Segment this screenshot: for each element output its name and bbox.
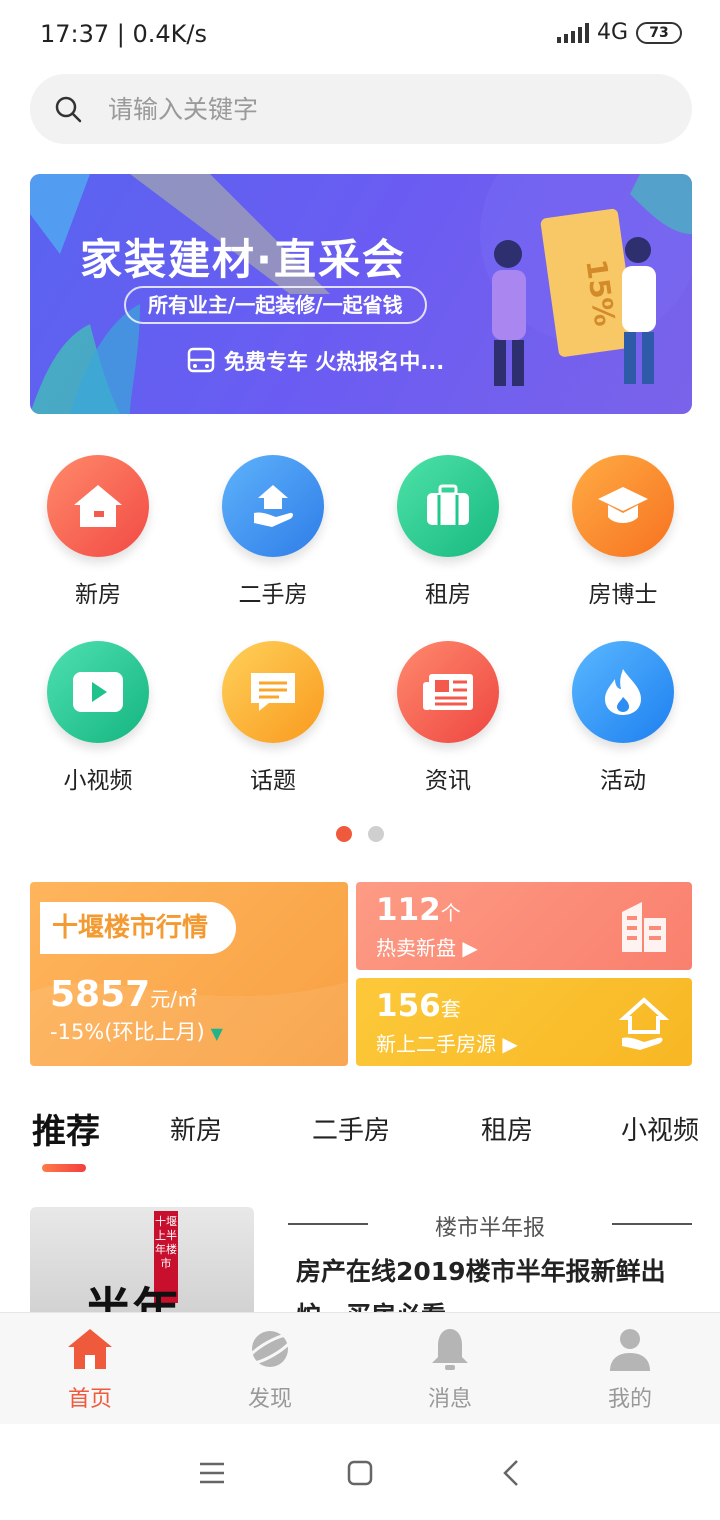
flame-icon: [572, 641, 674, 743]
nav-home[interactable]: 首页: [0, 1327, 180, 1413]
category-divider-right: [612, 1223, 692, 1225]
second-hand-unit: 套: [440, 997, 461, 1021]
planet-icon: [245, 1331, 295, 1367]
market-change-text: -15%(环比上月): [50, 1020, 205, 1044]
page-dot[interactable]: [368, 826, 384, 842]
market-price-value: 5857: [50, 974, 151, 1015]
second-hand-label: 新上二手房源 ▶: [376, 1028, 518, 1057]
grid-label: 房博士: [588, 582, 658, 608]
graduation-cap-icon: [572, 455, 674, 557]
second-hand-label-text: 新上二手房源: [376, 1032, 496, 1056]
category-divider-left: [288, 1223, 368, 1225]
nav-profile[interactable]: 我的: [540, 1327, 720, 1413]
grid-item-topic[interactable]: 话题: [185, 641, 361, 795]
grid-item-doctor[interactable]: 房博士: [535, 455, 711, 609]
bottom-nav: 首页 发现 消息 我的: [0, 1312, 720, 1424]
tab-new-house[interactable]: 新房: [170, 1110, 222, 1147]
article-title[interactable]: 房产在线2019楼市半年报新鲜出炉，买房必看: [296, 1250, 692, 1312]
page-indicator: [336, 826, 384, 842]
new-projects-card[interactable]: 112个 热卖新盘 ▶: [356, 882, 692, 970]
grid-item-rent[interactable]: 租房: [360, 455, 536, 609]
second-hand-count-value: 156: [376, 988, 441, 1024]
tab-active-indicator: [42, 1164, 86, 1172]
banner-subtitle: 所有业主/一起装修/一起省钱: [124, 286, 427, 324]
status-indicators: 4G 73: [556, 20, 682, 45]
grid-item-activity[interactable]: 活动: [535, 641, 711, 795]
content-tabs: 推荐 新房 二手房 租房 小视频: [0, 1110, 720, 1180]
page-dot-active[interactable]: [336, 826, 352, 842]
nav-messages-label: 消息: [427, 1387, 472, 1412]
grid-label: 二手房: [238, 582, 308, 608]
new-projects-label: 热卖新盘 ▶: [376, 932, 478, 961]
home-icon: [68, 1329, 112, 1369]
signal-icon: [556, 22, 589, 43]
grid-label: 小视频: [63, 768, 133, 794]
grid-item-short-video[interactable]: 小视频: [10, 641, 186, 795]
banner-note: 免费专车 火热报名中...: [224, 350, 445, 374]
battery-icon: 73: [636, 21, 682, 44]
market-card[interactable]: 十堰楼市行情 5857元/㎡ -15%(环比上月) ▼: [30, 882, 348, 1066]
article-category: 楼市半年报: [288, 1210, 692, 1242]
play-icon: [47, 641, 149, 743]
new-projects-label-text: 热卖新盘: [376, 936, 456, 960]
grid-label: 活动: [600, 768, 646, 794]
new-projects-unit: 个: [440, 901, 461, 925]
nav-home-label: 首页: [67, 1387, 112, 1412]
new-projects-count: 112个: [376, 892, 461, 928]
article-thumbnail[interactable]: 十堰上半年楼市 半年: [30, 1207, 254, 1327]
bell-icon: [432, 1329, 468, 1370]
banner-title: 家装建材·直采会: [80, 235, 406, 284]
chat-icon: [222, 641, 324, 743]
status-bar: 17:37 | 0.4K/s 4G 73: [0, 0, 720, 70]
market-price-unit: 元/㎡: [150, 987, 197, 1011]
tab-rent[interactable]: 租房: [481, 1110, 533, 1147]
play-arrow-icon: ▶: [502, 1032, 518, 1056]
tab-second-hand[interactable]: 二手房: [312, 1110, 390, 1147]
grid-item-new-house[interactable]: 新房: [10, 455, 186, 609]
nav-discover-label: 发现: [247, 1387, 292, 1412]
down-arrow-icon: ▼: [210, 1024, 223, 1043]
nav-profile-label: 我的: [607, 1387, 652, 1412]
home-square-icon[interactable]: [347, 1460, 373, 1486]
second-hand-card[interactable]: 156套 新上二手房源 ▶: [356, 978, 692, 1066]
news-icon: [397, 641, 499, 743]
nav-messages[interactable]: 消息: [360, 1327, 540, 1413]
search-icon: [55, 96, 82, 123]
play-arrow-icon: ▶: [462, 936, 478, 960]
nav-discover[interactable]: 发现: [180, 1327, 360, 1413]
network-label: 4G: [596, 20, 628, 45]
grid-label: 新房: [75, 582, 121, 608]
search-bar[interactable]: [30, 74, 692, 144]
promo-banner[interactable]: 15% 家装建材·直采会 所有业主/一起装修/一起省钱 免费专车 火热报名中..…: [30, 174, 692, 414]
menu-icon[interactable]: [200, 1462, 224, 1484]
market-price: 5857元/㎡: [50, 974, 197, 1015]
grid-item-news[interactable]: 资讯: [360, 641, 536, 795]
tab-short-video[interactable]: 小视频: [621, 1110, 699, 1147]
grid-label: 话题: [250, 768, 296, 794]
tab-recommend[interactable]: 推荐: [32, 1104, 100, 1153]
search-input[interactable]: [108, 94, 608, 124]
system-nav-bar: [0, 1424, 720, 1520]
building-icon: [622, 902, 666, 952]
grid-label: 资讯: [425, 768, 471, 794]
second-hand-count: 156套: [376, 988, 461, 1024]
article-category-label: 楼市半年报: [434, 1216, 545, 1241]
briefcase-icon: [397, 455, 499, 557]
market-title: 十堰楼市行情: [40, 902, 237, 954]
status-time-speed: 17:37 | 0.4K/s: [40, 20, 208, 48]
hand-house-icon: [618, 997, 670, 1050]
back-icon[interactable]: [502, 1459, 520, 1487]
user-icon: [610, 1329, 650, 1371]
bus-icon: [187, 347, 215, 373]
grid-item-second-hand[interactable]: 二手房: [185, 455, 361, 609]
hand-house-icon: [222, 455, 324, 557]
grid-label: 租房: [425, 582, 471, 608]
new-projects-count-value: 112: [376, 892, 441, 928]
market-change: -15%(环比上月) ▼: [50, 1016, 223, 1046]
house-icon: [47, 455, 149, 557]
